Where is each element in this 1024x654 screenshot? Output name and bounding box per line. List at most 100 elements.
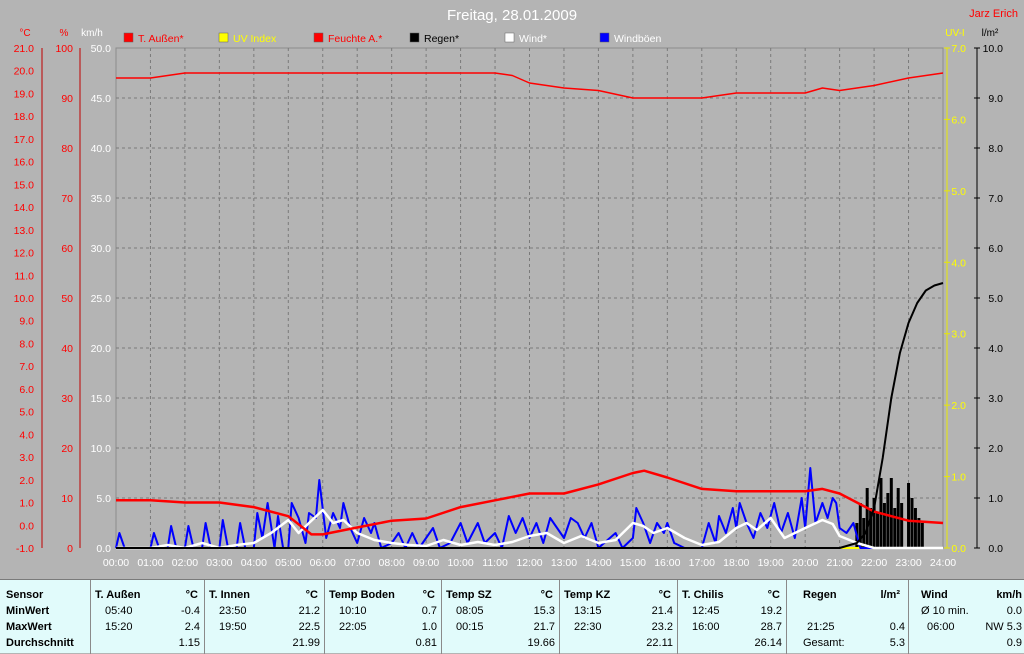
x-tick-label: 20:00 bbox=[792, 557, 818, 569]
sensor-name: T. Innen bbox=[209, 589, 250, 601]
temp-tick-label: 18.0 bbox=[14, 111, 35, 123]
wind-min-label: Ø 10 min. bbox=[921, 605, 969, 617]
rain-tick-label: 6.0 bbox=[988, 243, 1003, 255]
temp-tick-label: 7.0 bbox=[19, 361, 34, 373]
rain-tick-label: 2.0 bbox=[988, 443, 1003, 455]
x-tick-label: 22:00 bbox=[861, 557, 887, 569]
summary-label-column: Sensor MinWert MaxWert Durchschnitt bbox=[0, 580, 91, 654]
sensor-unit: °C bbox=[185, 589, 198, 601]
min-time: 23:50 bbox=[219, 605, 247, 617]
x-tick-label: 21:00 bbox=[826, 557, 852, 569]
hum-tick-label: 70 bbox=[61, 193, 73, 205]
wind-tick-label: 0.0 bbox=[96, 543, 111, 555]
hum-tick-label: 80 bbox=[61, 143, 73, 155]
avg-value: 26.14 bbox=[754, 637, 782, 649]
temp-tick-label: 21.0 bbox=[14, 43, 35, 55]
temp-tick-label: 13.0 bbox=[14, 225, 35, 237]
max-value: 23.2 bbox=[651, 621, 673, 633]
hum-unit-label: % bbox=[60, 28, 69, 39]
summary-column: T. Außen °C 05:40 -0.4 15:20 2.4 1.15 bbox=[91, 580, 205, 654]
summary-column-wind: Wind km/h Ø 10 min. 0.0 06:00 NW 5.3 0.9 bbox=[909, 580, 1024, 654]
uv-tick-label: 5.0 bbox=[951, 186, 966, 198]
rain-bar bbox=[893, 508, 897, 548]
weather-chart: 00:00 01:00 02:00 03:00 04:00 05:00 06:00 07:00… bbox=[14, 7, 1018, 569]
temp-tick-label: 9.0 bbox=[19, 316, 34, 328]
sensor-name: Temp SZ bbox=[446, 589, 492, 601]
legend-label: T. Außen* bbox=[138, 33, 184, 45]
legend-swatch bbox=[313, 32, 324, 43]
sensor-name: Temp Boden bbox=[329, 589, 395, 601]
rain-tick-label: 0.0 bbox=[988, 543, 1003, 555]
temp-tick-label: -1.0 bbox=[16, 543, 34, 555]
summary-column: Temp KZ °C 13:15 21.4 22:30 23.2 22.11 bbox=[560, 580, 678, 654]
uv-tick-label: 6.0 bbox=[951, 114, 966, 126]
x-tick-label: 16:00 bbox=[654, 557, 680, 569]
chart-title: Freitag, 28.01.2009 bbox=[447, 7, 577, 24]
legend: T. Außen* UV Index Feuchte A.* Regen* Wind* W… bbox=[123, 32, 661, 45]
min-value: 21.2 bbox=[298, 605, 320, 617]
avg-value: 22.11 bbox=[646, 637, 673, 649]
uv-tick-label: 2.0 bbox=[951, 400, 966, 412]
legend-label: Feuchte A.* bbox=[328, 33, 382, 45]
temp-tick-label: 10.0 bbox=[14, 293, 35, 305]
min-value: 0.7 bbox=[421, 605, 437, 617]
rain-sensor-unit: l/m² bbox=[880, 589, 900, 601]
max-value: 28.7 bbox=[760, 621, 782, 633]
wind-tick-label: 40.0 bbox=[91, 143, 112, 155]
rain-tick-label: 4.0 bbox=[988, 343, 1003, 355]
sensor-unit: °C bbox=[422, 589, 435, 601]
wind-unit-label: km/h bbox=[81, 28, 103, 39]
min-time: 12:45 bbox=[692, 605, 720, 617]
temp-tick-label: 0.0 bbox=[19, 520, 34, 532]
temp-tick-label: 5.0 bbox=[19, 407, 34, 419]
uv-tick-label: 1.0 bbox=[951, 472, 966, 484]
wind-sensor-unit: km/h bbox=[996, 589, 1022, 601]
wind-max-value: NW 5.3 bbox=[985, 621, 1022, 633]
wind-max-time: 06:00 bbox=[927, 621, 955, 633]
rain-tick-label: 5.0 bbox=[988, 293, 1003, 305]
hum-tick-label: 30 bbox=[61, 393, 73, 405]
rain-total-value: 5.3 bbox=[889, 637, 905, 649]
x-tick-label: 03:00 bbox=[206, 557, 232, 569]
wind-min-value: 0.0 bbox=[1006, 605, 1022, 617]
rain-bar bbox=[907, 483, 911, 548]
summary-column: Temp SZ °C 08:05 15.3 00:15 21.7 19.66 bbox=[442, 580, 560, 654]
x-tick-label: 12:00 bbox=[516, 557, 542, 569]
row-label-avg: Durchschnitt bbox=[6, 637, 74, 649]
wind-tick-label: 25.0 bbox=[91, 293, 112, 305]
wind-tick-label: 45.0 bbox=[91, 93, 112, 105]
temp-tick-label: 20.0 bbox=[14, 66, 35, 78]
hum-tick-label: 40 bbox=[61, 343, 73, 355]
rain-bar bbox=[920, 523, 924, 548]
x-tick-label: 23:00 bbox=[895, 557, 921, 569]
rain-bar bbox=[913, 508, 917, 548]
x-tick-label: 08:00 bbox=[379, 557, 405, 569]
temp-tick-label: 16.0 bbox=[14, 157, 35, 169]
temp-tick-label: 11.0 bbox=[14, 270, 34, 282]
temp-tick-label: 4.0 bbox=[19, 429, 34, 441]
summary-column: T. Innen °C 23:50 21.2 19:50 22.5 21.99 bbox=[205, 580, 325, 654]
x-tick-label: 24:00 bbox=[930, 557, 956, 569]
max-value: 2.4 bbox=[184, 621, 200, 633]
x-tick-label: 04:00 bbox=[241, 557, 267, 569]
max-time: 22:05 bbox=[339, 621, 367, 633]
avg-value: 21.99 bbox=[292, 637, 320, 649]
min-value: 21.4 bbox=[651, 605, 673, 617]
legend-swatch bbox=[409, 32, 420, 43]
legend-label: Windböen bbox=[614, 33, 661, 45]
wind-tick-label: 35.0 bbox=[91, 193, 112, 205]
uv-tick-label: 7.0 bbox=[951, 43, 966, 55]
legend-swatch bbox=[504, 32, 515, 43]
max-time: 15:20 bbox=[105, 621, 133, 633]
plot-grid bbox=[115, 47, 944, 549]
rain-bar bbox=[865, 488, 869, 548]
max-value: 21.7 bbox=[533, 621, 555, 633]
rain-tick-label: 8.0 bbox=[988, 143, 1003, 155]
x-tick-label: 07:00 bbox=[344, 557, 370, 569]
x-tick-label: 17:00 bbox=[689, 557, 715, 569]
rain-max-value: 0.4 bbox=[889, 621, 905, 633]
max-time: 22:30 bbox=[574, 621, 602, 633]
x-tick-label: 18:00 bbox=[723, 557, 749, 569]
x-tick-label: 15:00 bbox=[620, 557, 646, 569]
sensor-unit: °C bbox=[767, 589, 780, 601]
